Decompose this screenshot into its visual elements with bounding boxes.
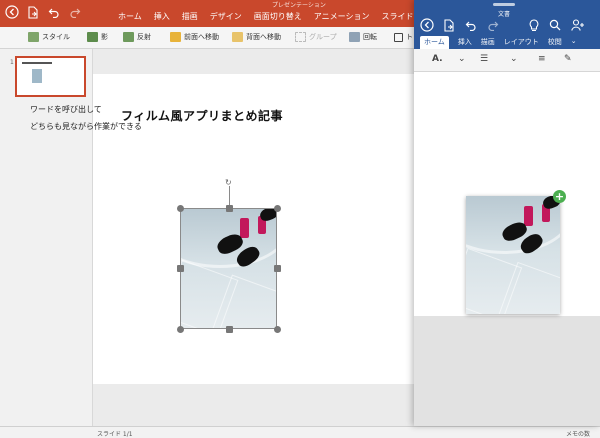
word-tab-layout[interactable]: レイアウト	[504, 37, 539, 49]
redo-icon[interactable]	[68, 5, 82, 19]
slide-counter: スライド 1/1	[97, 431, 133, 438]
word-tab-review[interactable]: 校閲	[548, 37, 562, 49]
font-icon[interactable]: A.	[432, 54, 443, 64]
undo-icon[interactable]	[47, 5, 61, 19]
styles-pen-icon[interactable]: ✎	[564, 54, 572, 64]
slide-title[interactable]: フィルム風アプリまとめ記事	[121, 107, 283, 124]
thumbnail-image	[32, 69, 42, 83]
reflection-button[interactable]: 反射	[123, 32, 151, 42]
word-tab-draw[interactable]: 描画	[481, 37, 495, 49]
rotate-icon	[349, 32, 360, 42]
bring-forward-icon	[170, 32, 181, 42]
back-icon[interactable]	[420, 18, 434, 32]
resize-handle-bottom-right[interactable]	[274, 326, 281, 333]
notes-button[interactable]: メモの数	[566, 429, 590, 438]
chevron-down-icon[interactable]: ⌄	[458, 54, 466, 64]
tab-insert[interactable]: 挿入	[154, 11, 170, 22]
status-bar: スライド 1/1 メモの数	[0, 426, 600, 438]
bullet-list-icon[interactable]: ☰	[480, 54, 488, 64]
group-label: グループ	[309, 33, 337, 41]
slide-over-grabber[interactable]	[493, 3, 515, 6]
lightbulb-icon[interactable]	[527, 18, 541, 32]
word-title-bar: 文書 ホーム 挿入 描画 レイアウト 校閲 ⌄	[414, 0, 600, 49]
send-backward-label: 背面へ移動	[246, 33, 281, 41]
word-body-text[interactable]: ワードを呼び出して どちらも見ながら作業ができる	[30, 101, 142, 135]
chevron-down-icon[interactable]: ⌄	[571, 37, 577, 49]
shadow-icon	[87, 32, 98, 42]
bring-forward-button[interactable]: 前面へ移動	[170, 32, 219, 42]
slide-number: 1	[10, 59, 14, 66]
chevron-down-icon[interactable]: ⌄	[510, 54, 518, 64]
arrange-label: ト	[406, 33, 413, 41]
style-icon	[28, 32, 39, 42]
shadow-button[interactable]: 影	[87, 32, 108, 42]
group-button[interactable]: グループ	[295, 32, 337, 42]
resize-handle-bottom-left[interactable]	[177, 326, 184, 333]
undo-icon[interactable]	[464, 18, 478, 32]
resize-handle-bottom[interactable]	[226, 326, 233, 333]
tab-design[interactable]: デザイン	[210, 11, 242, 22]
word-body-line: ワードを呼び出して	[30, 105, 102, 114]
send-backward-button[interactable]: 背面へ移動	[232, 32, 281, 42]
redo-icon[interactable]	[486, 18, 500, 32]
group-icon	[295, 32, 306, 42]
resize-handle-top-right[interactable]	[274, 205, 281, 212]
paragraph-align-icon[interactable]: ≡	[538, 54, 546, 64]
slide-thumbnail[interactable]	[15, 56, 86, 97]
style-button[interactable]: スタイル	[28, 32, 70, 42]
thumbnail-title-line	[22, 62, 52, 64]
word-tab-home[interactable]: ホーム	[420, 36, 449, 49]
ppt-tab-bar: ホーム 挿入 描画 デザイン 画面切り替え アニメーション スライド シ	[118, 11, 424, 22]
ppt-quick-access	[5, 5, 82, 19]
resize-handle-left[interactable]	[177, 265, 184, 272]
share-person-icon[interactable]	[571, 18, 585, 32]
word-document-title: 文書	[498, 11, 511, 18]
bring-forward-label: 前面へ移動	[184, 33, 219, 41]
resize-handle-top[interactable]	[226, 205, 233, 212]
app-split-view: プレゼンテーション ホーム 挿入 描画 デザイン 画面切り替え アニメーション …	[0, 0, 600, 438]
word-page-background	[414, 316, 600, 426]
file-menu-icon[interactable]	[442, 18, 456, 32]
add-badge-icon: +	[553, 190, 566, 203]
resize-handle-top-left[interactable]	[177, 205, 184, 212]
selection-frame	[180, 208, 277, 329]
word-tab-bar: ホーム 挿入 描画 レイアウト 校閲 ⌄	[420, 36, 577, 49]
crop-icon	[394, 32, 403, 42]
sock-left	[524, 206, 533, 226]
arrange-button[interactable]: ト	[394, 32, 413, 42]
tab-draw[interactable]: 描画	[182, 11, 198, 22]
resize-handle-right[interactable]	[274, 265, 281, 272]
back-icon[interactable]	[5, 5, 19, 19]
reflection-label: 反射	[137, 33, 151, 41]
ppt-document-title: プレゼンテーション	[272, 2, 326, 9]
word-tab-insert[interactable]: 挿入	[458, 37, 472, 49]
reflection-icon	[123, 32, 134, 42]
search-icon[interactable]	[548, 18, 562, 32]
tab-home[interactable]: ホーム	[118, 11, 142, 22]
rotate-stem	[229, 186, 230, 206]
rotate-button[interactable]: 回転	[349, 32, 377, 42]
dragged-photo-preview[interactable]	[466, 196, 560, 314]
rotate-label: 回転	[363, 33, 377, 41]
file-menu-icon[interactable]	[26, 5, 40, 19]
shadow-label: 影	[101, 33, 108, 41]
word-body-line: どちらも見ながら作業ができる	[30, 122, 142, 131]
send-backward-icon	[232, 32, 243, 42]
style-label: スタイル	[42, 33, 70, 41]
tab-animations[interactable]: アニメーション	[314, 11, 370, 22]
tab-transitions[interactable]: 画面切り替え	[254, 11, 302, 22]
word-toolbar: A. ⌄ ☰ ⌄ ≡ ✎	[414, 49, 600, 72]
